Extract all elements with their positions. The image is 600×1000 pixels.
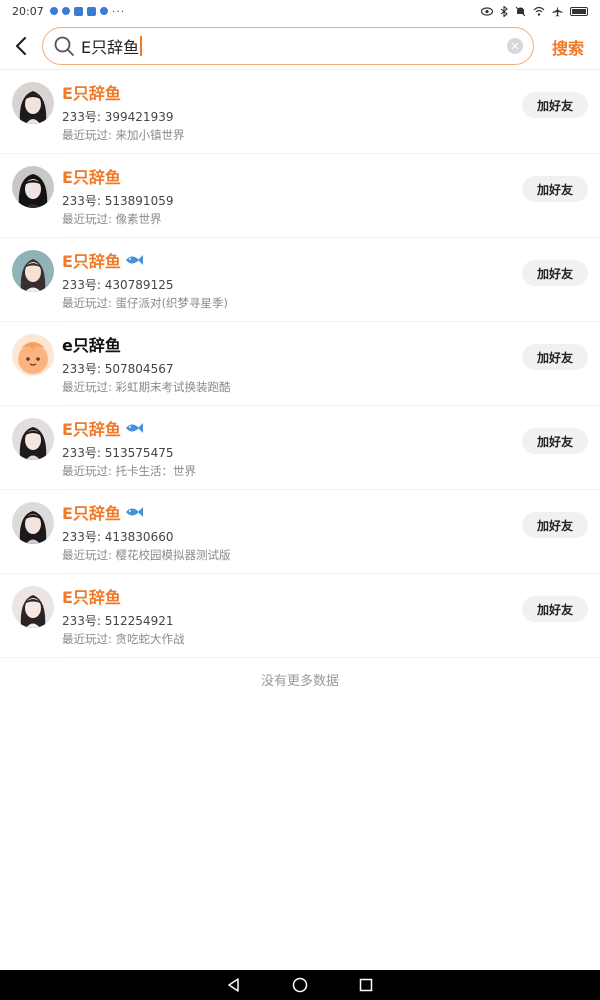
notification-icon [99,7,108,15]
avatar[interactable] [12,334,54,376]
bluetooth-icon [500,5,508,17]
recently-played: 最近玩过: 托卡生活：世界 [62,464,197,478]
user-id: 233号: 513575475 [62,446,174,460]
wifi-icon [533,6,545,16]
no-more-data-label: 没有更多数据 [260,674,339,689]
user-name: E只辞鱼 [62,584,121,608]
avatar[interactable] [12,250,54,292]
back-button[interactable] [0,22,42,70]
navigation-bar [0,970,600,1000]
user-id: 233号: 513891059 [62,194,174,208]
add-friend-button[interactable]: 加好友 [522,344,588,370]
user-id: 233号: 512254921 [62,614,174,628]
avatar[interactable] [12,82,54,124]
clear-icon[interactable]: ✕ [507,38,523,54]
result-row[interactable]: E只辞鱼 233号: 513891059 最近玩过: 像素世界 加好友 [0,154,600,238]
user-name: E只辞鱼 [62,416,143,440]
user-name-text: E只辞鱼 [62,84,121,103]
battery-icon [570,6,588,16]
add-friend-button[interactable]: 加好友 [522,596,588,622]
user-name: E只辞鱼 [62,164,121,188]
airplane-icon [552,6,563,16]
result-row[interactable]: E只辞鱼 233号: 513575475 最近玩过: 托卡生活：世界 加好友 [0,406,600,490]
notification-icon [49,7,58,15]
result-row[interactable]: E只辞鱼 233号: 430789125 最近玩过: 蛋仔派对(织梦寻星季) 加好友 [0,238,600,322]
result-row[interactable]: E只辞鱼 233号: 512254921 最近玩过: 贪吃蛇大作战 加好友 [0,574,600,658]
search-header: E只辞鱼 ✕ 搜索 [0,22,600,70]
result-row[interactable]: e只辞鱼 233号: 507804567 最近玩过: 彩虹期末考试换装跑酷 加好友 [0,322,600,406]
user-name-text: E只辞鱼 [62,588,121,607]
fish-badge-icon [125,423,143,433]
user-name: E只辞鱼 [62,248,143,272]
search-results-list: E只辞鱼 233号: 399421939 最近玩过: 来加小镇世界 加好友 E只辞鱼 23… [0,70,600,658]
nav-back-icon[interactable] [226,977,242,993]
avatar[interactable] [12,502,54,544]
fish-badge-icon [125,507,143,517]
status-time: 20:07 [12,4,44,18]
search-input[interactable]: E只辞鱼 [81,34,139,58]
search-button[interactable]: 搜索 [552,35,584,59]
user-name: e只辞鱼 [62,332,121,356]
recently-played: 最近玩过: 樱花校园模拟器测试版 [62,548,231,562]
nav-recents-icon[interactable] [358,977,374,993]
recently-played: 最近玩过: 彩虹期末考试换装跑酷 [62,380,231,394]
notification-icon [61,7,70,15]
avatar[interactable] [12,418,54,460]
add-friend-button[interactable]: 加好友 [522,92,588,118]
user-name: E只辞鱼 [62,500,143,524]
add-friend-button[interactable]: 加好友 [522,428,588,454]
notification-icons [49,6,108,16]
user-name-text: E只辞鱼 [62,168,121,187]
add-friend-button[interactable]: 加好友 [522,512,588,538]
result-row[interactable]: E只辞鱼 233号: 413830660 最近玩过: 樱花校园模拟器测试版 加好友 [0,490,600,574]
search-box[interactable]: E只辞鱼 ✕ [42,27,534,65]
system-icons [481,5,588,17]
user-name: E只辞鱼 [62,80,121,104]
user-id: 233号: 430789125 [62,278,174,292]
recently-played: 最近玩过: 像素世界 [62,212,162,226]
user-name-text: E只辞鱼 [62,252,121,271]
add-friend-button[interactable]: 加好友 [522,176,588,202]
status-bar: 20:07 ··· [0,0,600,22]
notification-icon [73,6,83,16]
avatar[interactable] [12,586,54,628]
user-name-text: E只辞鱼 [62,420,121,439]
avatar[interactable] [12,166,54,208]
eye-icon [481,6,493,16]
recently-played: 最近玩过: 贪吃蛇大作战 [62,632,185,646]
add-friend-button[interactable]: 加好友 [522,260,588,286]
chevron-left-icon [15,36,27,55]
nav-home-icon[interactable] [292,977,308,993]
search-icon [54,36,74,56]
mute-icon [515,6,526,16]
text-caret [140,36,142,56]
notification-icon [86,6,96,16]
row-divider [62,657,600,658]
user-id: 233号: 399421939 [62,110,174,124]
recently-played: 最近玩过: 来加小镇世界 [62,128,185,142]
user-id: 233号: 413830660 [62,530,174,544]
user-id: 233号: 507804567 [62,362,174,376]
more-notifications: ··· [111,4,126,18]
recently-played: 最近玩过: 蛋仔派对(织梦寻星季) [62,296,229,310]
fish-badge-icon [125,255,143,265]
user-name-text: E只辞鱼 [62,504,121,523]
result-row[interactable]: E只辞鱼 233号: 399421939 最近玩过: 来加小镇世界 加好友 [0,70,600,154]
user-name-text: e只辞鱼 [62,336,121,355]
